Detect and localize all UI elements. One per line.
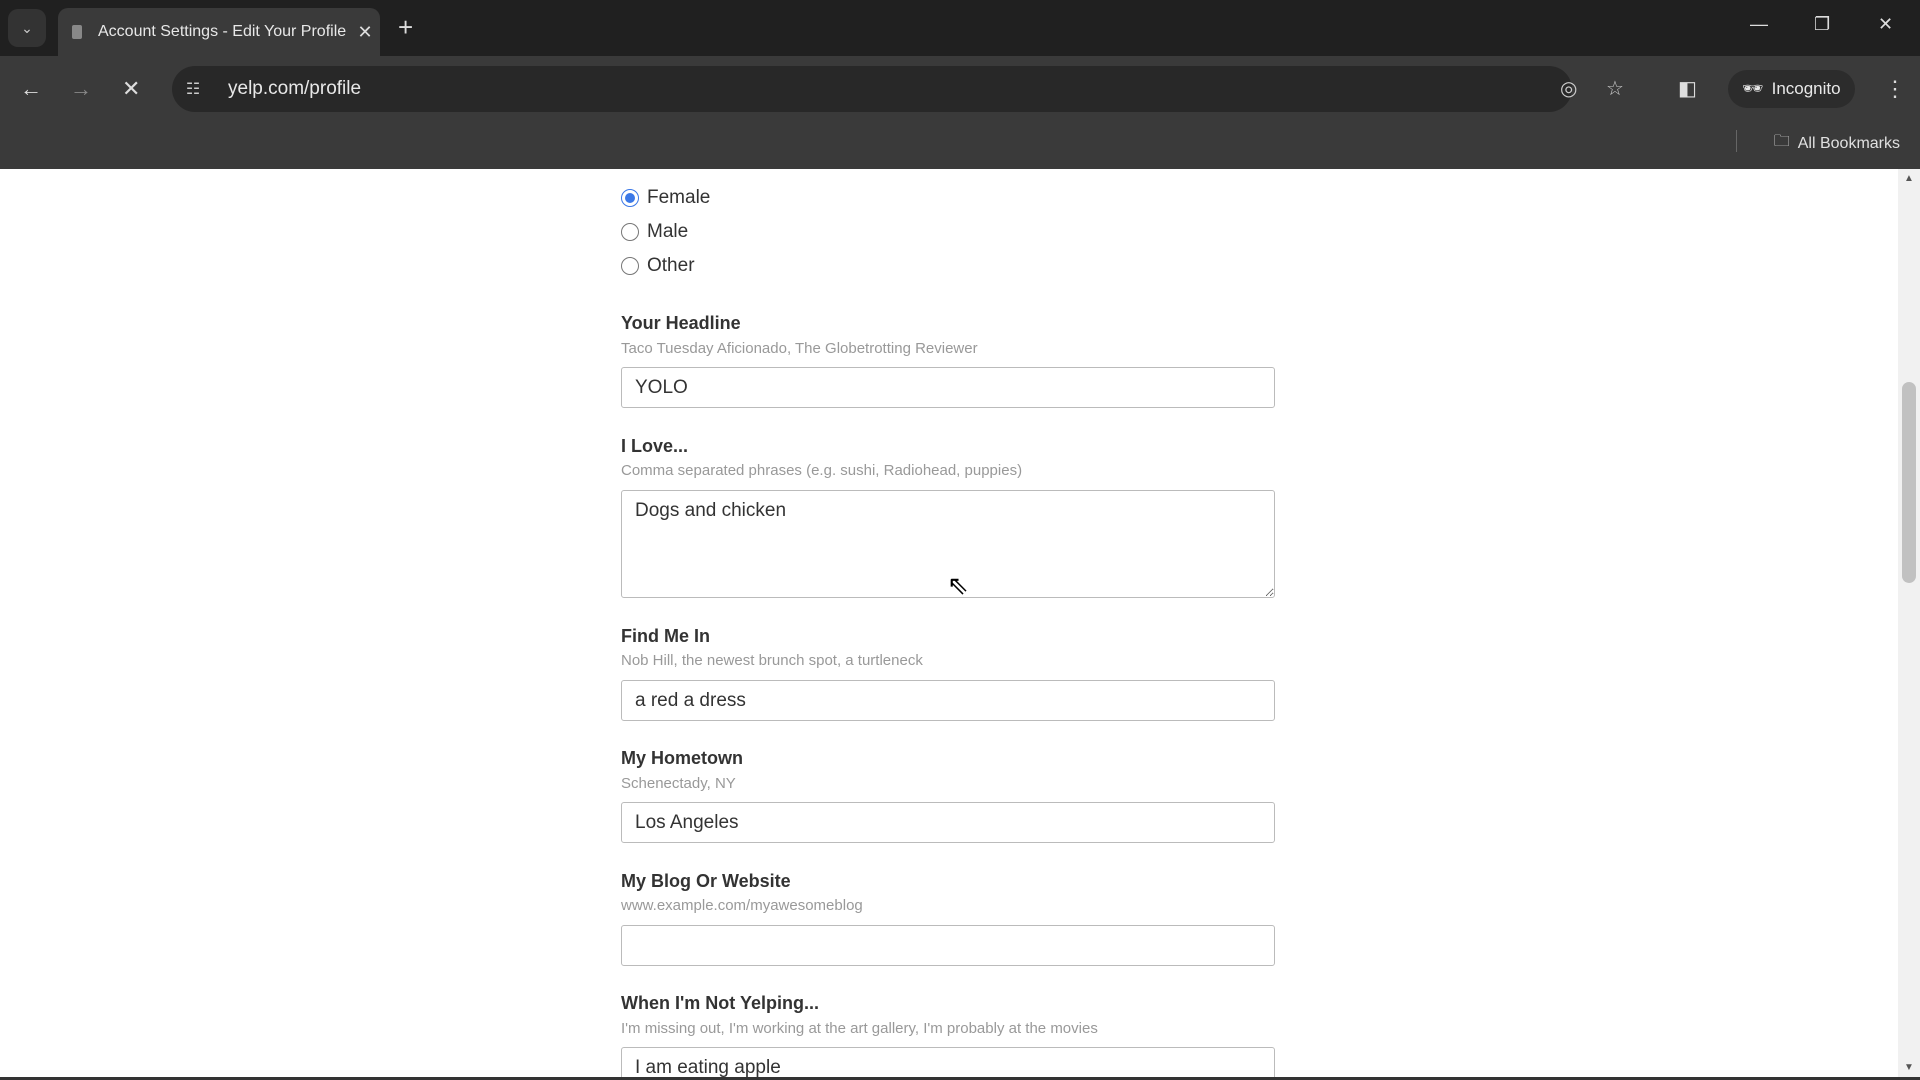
scroll-up-icon[interactable]: ▲ <box>1904 173 1914 184</box>
star-icon[interactable]: ☆ <box>1606 76 1624 101</box>
divider <box>1736 130 1737 152</box>
side-panel-icon[interactable]: ◧ <box>1678 76 1697 101</box>
blog-hint: www.example.com/myawesomeblog <box>621 897 863 914</box>
gender-radio-male[interactable]: Male <box>621 221 688 243</box>
tab-search-button[interactable]: ⌄ <box>8 9 46 47</box>
all-bookmarks-button[interactable]: 🗀 All Bookmarks <box>1774 130 1900 157</box>
scrollbar-thumb[interactable] <box>1902 382 1916 583</box>
back-icon[interactable]: ← <box>20 76 42 102</box>
bookmarks-label: All Bookmarks <box>1797 134 1900 152</box>
i-love-label: I Love... <box>621 436 689 456</box>
find-me-in-input[interactable] <box>621 680 1275 721</box>
stop-loading-icon[interactable]: ✕ <box>122 76 140 102</box>
chevron-down-icon: ⌄ <box>21 19 33 36</box>
mouse-cursor-icon: ⇖ <box>947 570 969 600</box>
blog-input[interactable] <box>621 925 1275 966</box>
incognito-icon: 🕶 <box>1742 79 1764 98</box>
gender-radio-female[interactable]: Female <box>621 187 710 209</box>
toolbar: ← → ✕ ☷ yelp.com/profile ◎ ☆ ◧ 🕶 Incognit… <box>0 56 1920 169</box>
radio-label: Male <box>647 221 689 242</box>
minimize-icon[interactable]: — <box>1750 14 1768 35</box>
address-bar[interactable]: ☷ yelp.com/profile ◎ ☆ <box>172 66 1624 112</box>
hometown-hint: Schenectady, NY <box>621 775 736 792</box>
tab-title: Account Settings - Edit Your Profile <box>98 23 347 40</box>
eye-off-icon[interactable]: ◎ <box>1560 76 1577 101</box>
folder-icon: 🗀 <box>1773 133 1790 150</box>
find-me-in-hint: Nob Hill, the newest brunch spot, a turt… <box>621 652 923 669</box>
blog-label: My Blog Or Website <box>621 871 791 891</box>
restore-icon[interactable]: ❐ <box>1814 14 1830 35</box>
headline-input[interactable] <box>621 367 1275 408</box>
page-content: Female Male Other Your Headline Taco Tue… <box>0 169 1898 1077</box>
gender-radio-other[interactable]: Other <box>621 255 695 277</box>
url-text[interactable]: yelp.com/profile <box>228 78 361 100</box>
not-yelping-input[interactable] <box>621 1047 1275 1077</box>
radio-label: Female <box>647 187 711 208</box>
not-yelping-label: When I'm Not Yelping... <box>621 993 819 1013</box>
radio-checked[interactable] <box>621 189 639 207</box>
radio-unchecked[interactable] <box>621 257 639 275</box>
hometown-label: My Hometown <box>621 748 744 768</box>
radio-label: Other <box>647 255 695 276</box>
close-window-icon[interactable]: ✕ <box>1878 14 1893 35</box>
scroll-down-icon[interactable]: ▼ <box>1904 1062 1914 1073</box>
site-info-icon[interactable]: ☷ <box>172 79 214 99</box>
incognito-label: Incognito <box>1771 79 1841 98</box>
close-tab-icon[interactable]: ✕ <box>350 22 380 43</box>
not-yelping-hint: I'm missing out, I'm working at the art … <box>621 1020 1098 1037</box>
tab-bar: ⌄ Account Settings - Edit Your Profile ✕… <box>0 0 1920 56</box>
tab-account-settings[interactable]: Account Settings - Edit Your Profile ✕ <box>58 8 380 56</box>
radio-unchecked[interactable] <box>621 223 639 241</box>
hometown-input[interactable] <box>621 802 1275 843</box>
favicon-icon <box>72 25 82 39</box>
incognito-badge[interactable]: 🕶 Incognito <box>1728 70 1855 108</box>
i-love-hint: Comma separated phrases (e.g. sushi, Rad… <box>621 462 1023 479</box>
forward-icon[interactable]: → <box>70 76 92 102</box>
scrollbar[interactable]: ▲ ▼ <box>1898 169 1920 1077</box>
new-tab-button[interactable]: + <box>398 12 413 43</box>
find-me-in-label: Find Me In <box>621 626 710 646</box>
headline-hint: Taco Tuesday Aficionado, The Globetrotti… <box>621 340 978 357</box>
menu-icon[interactable]: ⋮ <box>1884 76 1906 102</box>
headline-label: Your Headline <box>621 313 741 333</box>
